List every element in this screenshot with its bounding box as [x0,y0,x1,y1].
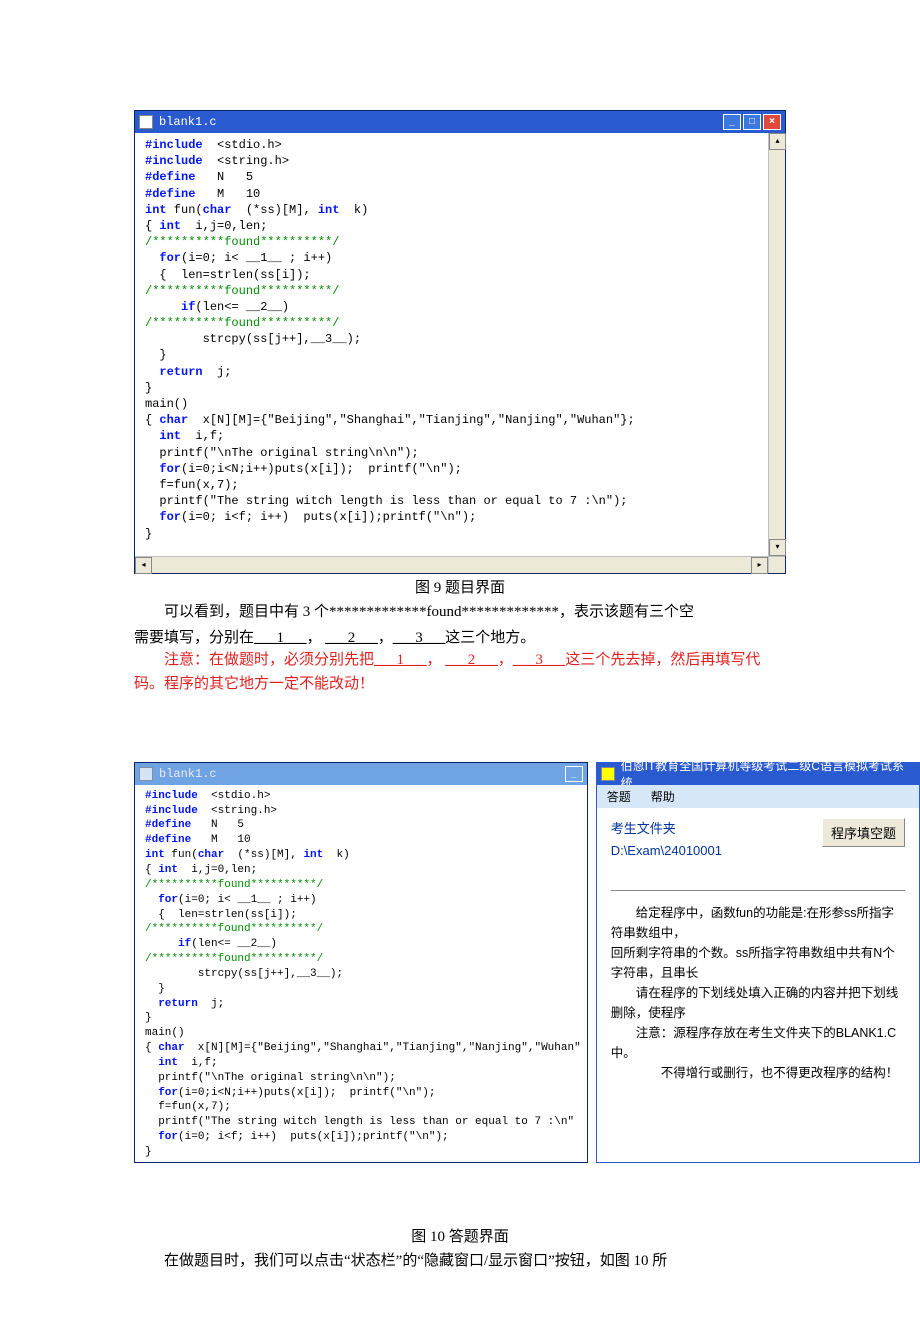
minimize-button[interactable]: _ [565,766,583,782]
file-icon [139,115,153,129]
app-titlebar[interactable]: 伯恩IT教育全国计算机等级考试二级C语言模拟考试系统 [597,763,919,785]
source-code[interactable]: #include <stdio.h> #include <string.h> #… [145,789,581,1160]
scroll-right-icon[interactable]: ▸ [751,557,768,574]
folder-label[interactable]: 考生文件夹 [611,818,722,840]
body-paragraph-1: 可以看到，题目中有 3 个*************found*********… [134,601,786,624]
source-code[interactable]: #include <stdio.h> #include <string.h> #… [145,137,779,542]
editor-body[interactable]: #include <stdio.h> #include <string.h> #… [135,785,587,1162]
figure-10-caption: 图 10 答题界面 [134,1225,786,1246]
fill-blank-button[interactable]: 程序填空题 [822,818,905,847]
titlebar[interactable]: blank1.c _ □ × [135,111,785,133]
menubar: 答题 帮助 [597,785,919,808]
app-content: 考生文件夹 D:\Exam\24010001 程序填空题 给定程序中，函数fun… [597,808,919,1162]
code-editor-window-fig10: blank1.c _ #include <stdio.h> #include <… [134,762,588,1163]
app-icon [601,767,615,781]
menu-answer[interactable]: 答题 [607,788,631,805]
window-title: blank1.c [159,115,217,129]
vertical-scrollbar[interactable]: ▴ ▾ [768,133,785,556]
exam-app-window: 伯恩IT教育全国计算机等级考试二级C语言模拟考试系统 答题 帮助 考生文件夹 D… [596,762,920,1163]
horizontal-scrollbar[interactable]: ◂ ▸ [135,556,768,573]
minimize-button[interactable]: _ [723,114,741,130]
window-title: blank1.c [159,767,217,781]
menu-help[interactable]: 帮助 [651,788,675,805]
warning-paragraph: 注意：在做题时，必须分别先把___1___， ___2___，___3___这三… [134,649,786,696]
instructions: 给定程序中，函数fun的功能是:在形参ss所指字符串数组中， 回所剩字符串的个数… [611,890,905,1083]
figure-10-row: blank1.c _ #include <stdio.h> #include <… [134,762,920,1163]
close-button[interactable]: × [763,114,781,130]
editor-body[interactable]: #include <stdio.h> #include <string.h> #… [135,133,785,573]
scroll-down-icon[interactable]: ▾ [769,539,786,556]
maximize-button[interactable]: □ [743,114,761,130]
scroll-up-icon[interactable]: ▴ [769,133,786,150]
folder-path[interactable]: D:\Exam\24010001 [611,840,722,862]
closing-paragraph: 在做题目时，我们可以点击“状态栏”的“隐藏窗口/显示窗口”按钮，如图 10 所 [134,1250,786,1273]
body-paragraph-1b: 需要填写，分别在___1___， ___2___，___3___这三个地方。 [134,626,786,647]
code-editor-window-fig9: blank1.c _ □ × #include <stdio.h> #inclu… [134,110,786,574]
candidate-folder-box: 考生文件夹 D:\Exam\24010001 [611,818,722,862]
file-icon [139,767,153,781]
scrollbar-corner [768,556,785,573]
scroll-left-icon[interactable]: ◂ [135,557,152,574]
titlebar-inactive[interactable]: blank1.c _ [135,763,587,785]
figure-9-caption: 图 9 题目界面 [134,576,786,597]
